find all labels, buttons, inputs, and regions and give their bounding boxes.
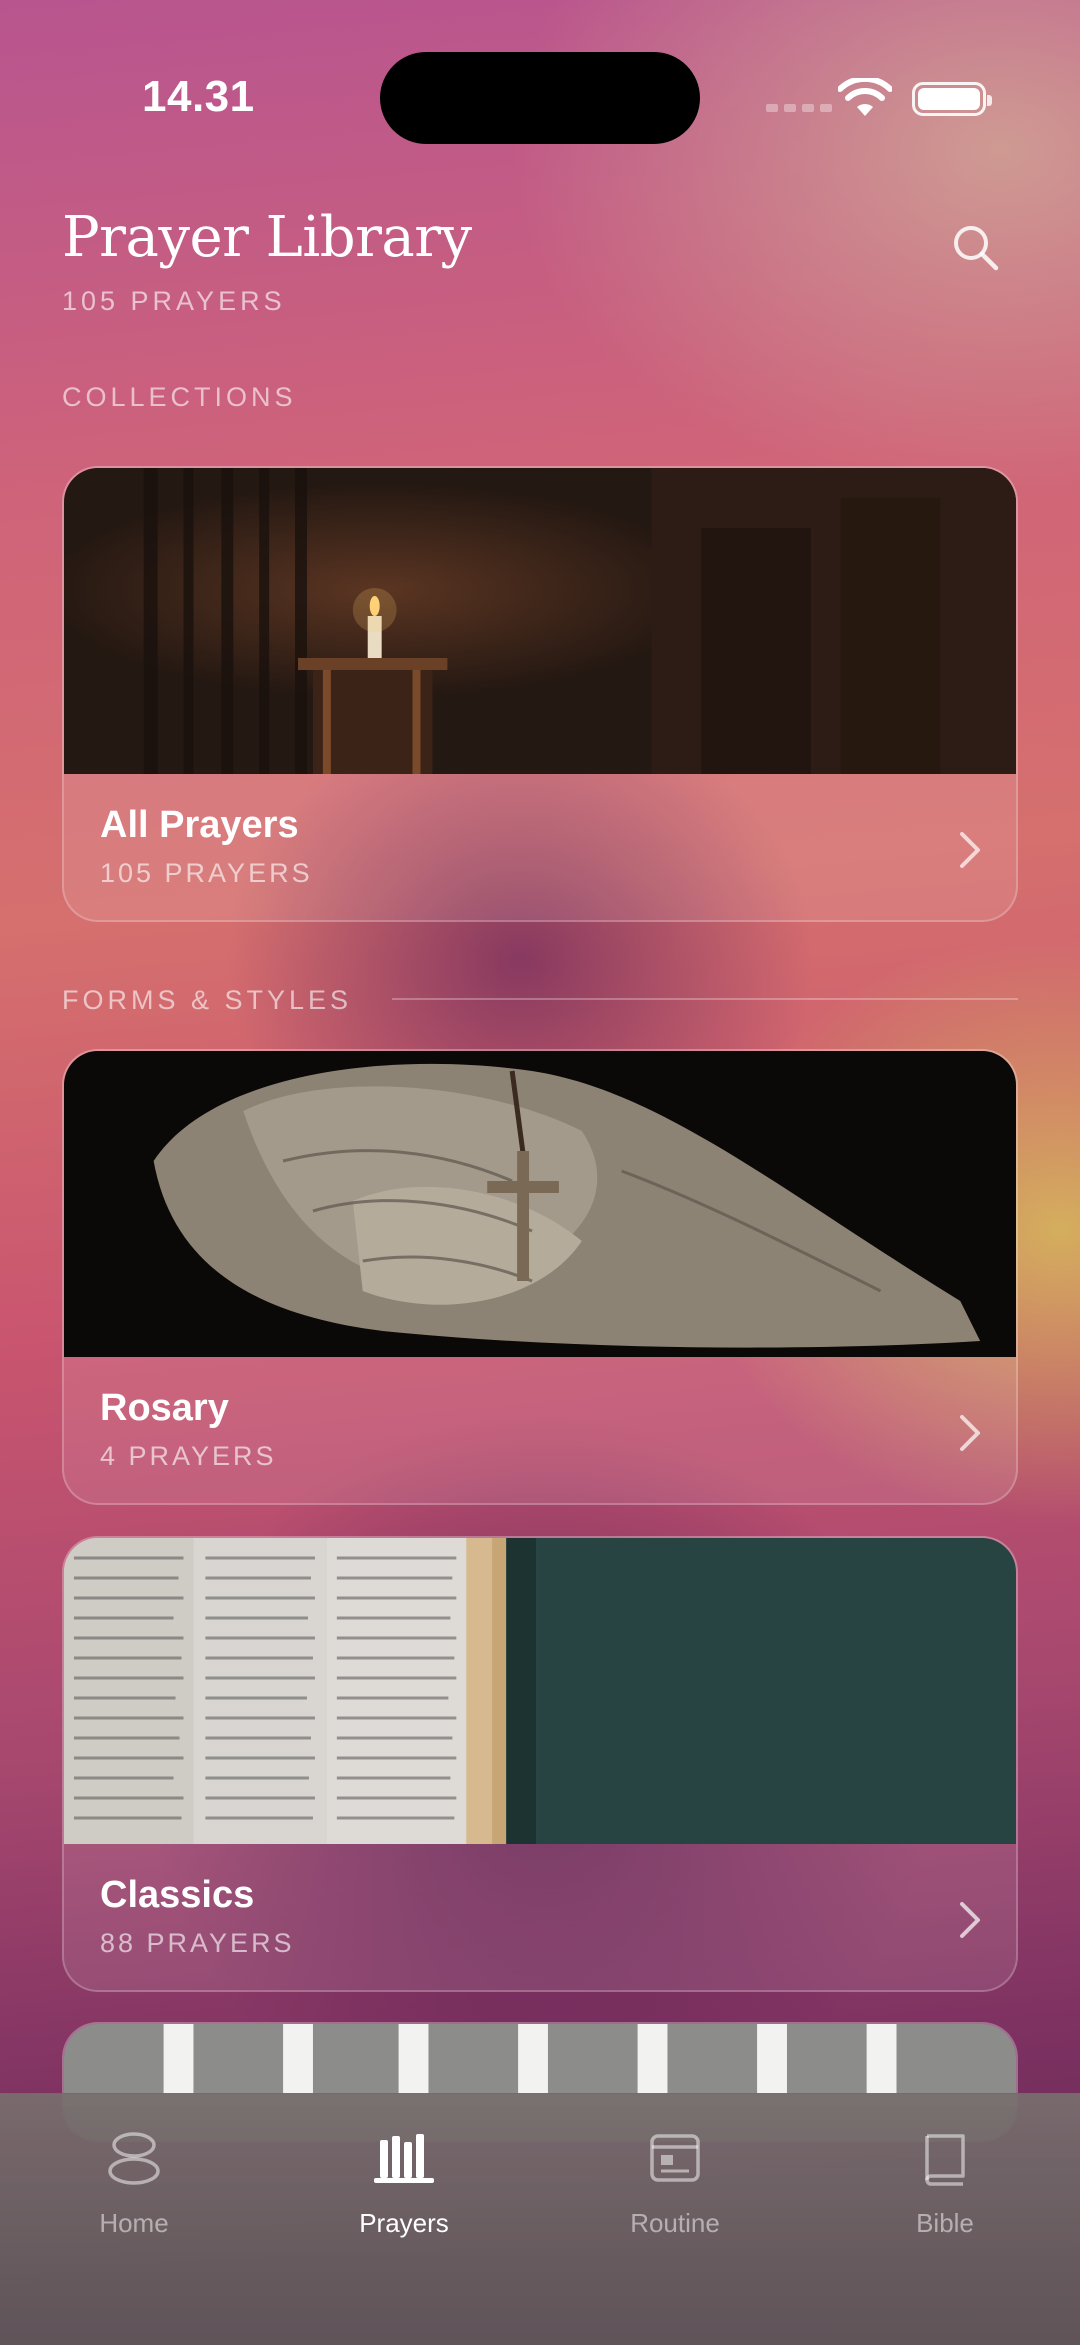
card-title: Rosary (100, 1387, 229, 1429)
chevron-right-icon (960, 832, 980, 868)
card-count: 88 PRAYERS (100, 1928, 295, 1958)
prayer-count: 105 PRAYERS (62, 286, 286, 316)
tab-prayers[interactable]: Prayers (304, 2130, 504, 2250)
tab-label: Bible (916, 2208, 974, 2238)
chevron-right-icon (960, 1902, 980, 1938)
open-bible-image (64, 1538, 1016, 1844)
card-title: All Prayers (100, 804, 299, 846)
wifi-icon (838, 78, 892, 116)
tab-routine[interactable]: Routine (575, 2130, 775, 2250)
section-label-forms-styles: FORMS & STYLES (62, 985, 353, 1015)
tab-label: Prayers (359, 2208, 449, 2238)
battery-icon (912, 82, 992, 116)
routine-icon (650, 2134, 700, 2182)
card-count: 4 PRAYERS (100, 1441, 277, 1471)
tab-label: Routine (630, 2208, 720, 2238)
card-count: 105 PRAYERS (100, 858, 313, 888)
card-classics[interactable]: Classics 88 PRAYERS (62, 1536, 1018, 1992)
status-time: 14.31 (142, 72, 255, 121)
rosary-hands-image (64, 1051, 1016, 1357)
bible-icon (925, 2134, 965, 2186)
section-divider (392, 998, 1018, 1000)
home-icon (108, 2132, 160, 2185)
tab-bible[interactable]: Bible (845, 2130, 1045, 2250)
search-icon[interactable] (950, 222, 1000, 272)
prayers-icon (374, 2134, 434, 2183)
card-title: Classics (100, 1874, 255, 1916)
cellular-signal-icon (766, 104, 832, 112)
section-label-collections: COLLECTIONS (62, 382, 297, 412)
tab-label: Home (99, 2208, 169, 2238)
candle-lectern-image (64, 468, 1016, 774)
dynamic-island (380, 52, 700, 144)
card-rosary[interactable]: Rosary 4 PRAYERS (62, 1049, 1018, 1505)
card-all-prayers[interactable]: All Prayers 105 PRAYERS (62, 466, 1018, 922)
tab-bar: Home Prayers Routine Bible (0, 2093, 1080, 2345)
tab-home[interactable]: Home (34, 2130, 234, 2250)
chevron-right-icon (960, 1415, 980, 1451)
page-title: Prayer Library (62, 205, 472, 270)
